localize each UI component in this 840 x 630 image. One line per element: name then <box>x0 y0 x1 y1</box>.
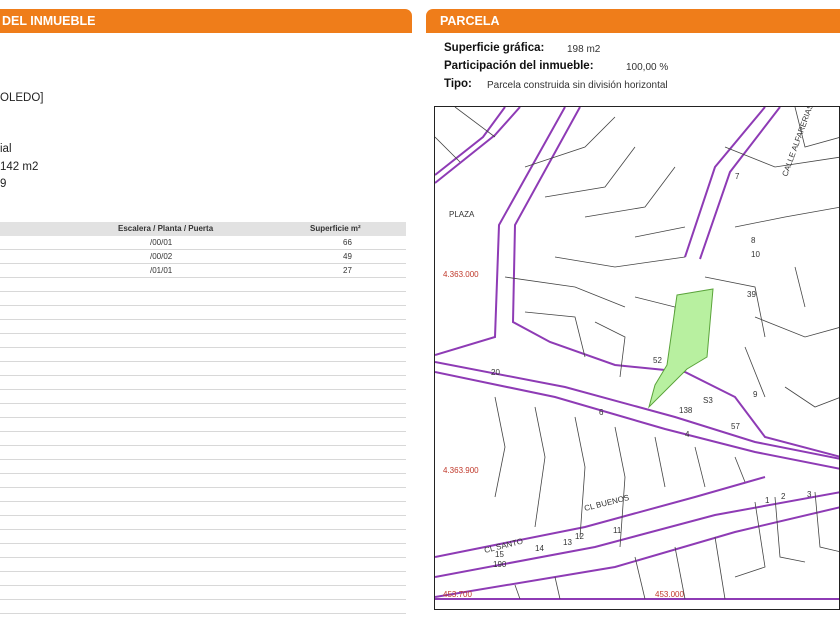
coordinate-label: 4.363.000 <box>443 270 479 279</box>
table-row-empty <box>0 390 406 404</box>
table-row-empty <box>0 348 406 362</box>
parcel-number: 190 <box>493 560 507 569</box>
parcel-number: 39 <box>747 290 756 299</box>
table-row-empty <box>0 432 406 446</box>
table-row-empty <box>0 446 406 460</box>
parcel-number: 1 <box>765 496 770 505</box>
parcel-number: 3 <box>807 490 812 499</box>
cadastral-map-drawing: PLAZA CALLE ALFARERIAS CL BUENOS CL SANT… <box>435 107 839 600</box>
parcel-number: 14 <box>535 544 544 553</box>
plaza-label: PLAZA <box>449 210 475 219</box>
table-row-empty <box>0 474 406 488</box>
table-row-empty <box>0 488 406 502</box>
parcel-number: 9 <box>753 390 758 399</box>
table-row-empty <box>0 558 406 572</box>
parcel-number: 11 <box>613 526 622 535</box>
column-header-surface: Superficie m² <box>310 224 361 233</box>
parcel-number: 2 <box>781 492 786 501</box>
parcel-number: 13 <box>563 538 572 547</box>
info-line-address: OLEDO] <box>0 92 44 104</box>
table-row-empty <box>0 278 406 292</box>
table-row-empty <box>0 320 406 334</box>
table-row-empty <box>0 292 406 306</box>
table-row-empty <box>0 376 406 390</box>
inmueble-section-header: DEL INMUEBLE <box>0 9 412 33</box>
parcel-number: 6 <box>599 408 604 417</box>
table-row-empty <box>0 600 406 614</box>
table-row-empty <box>0 572 406 586</box>
cell-location: /01/01 <box>150 266 173 275</box>
table-row-empty <box>0 362 406 376</box>
construction-table-header: Escalera / Planta / Puerta Superficie m² <box>0 222 406 236</box>
table-row-empty <box>0 404 406 418</box>
field-value-superficie: 198 m2 <box>567 44 601 55</box>
info-line-use: ial <box>0 143 12 155</box>
parcel-number: S3 <box>703 396 713 405</box>
cell-location: /00/01 <box>150 238 173 247</box>
field-value-tipo: Parcela construida sin división horizont… <box>487 80 668 91</box>
parcel-number: 7 <box>735 172 740 181</box>
table-row-empty <box>0 502 406 516</box>
table-row-empty <box>0 460 406 474</box>
table-row-empty <box>0 516 406 530</box>
table-row-empty <box>0 306 406 320</box>
coordinate-label: 453.700 <box>443 590 472 599</box>
highlighted-parcel <box>648 288 714 409</box>
column-header-location: Escalera / Planta / Puerta <box>118 224 214 233</box>
field-label-tipo: Tipo: <box>444 78 472 90</box>
info-line-year: 9 <box>0 178 7 190</box>
parcel-number: 20 <box>491 368 500 377</box>
block-boundaries <box>435 107 839 600</box>
cell-surface: 66 <box>343 238 352 247</box>
cell-surface: 27 <box>343 266 352 275</box>
parcela-header-title: PARCELA <box>440 14 500 28</box>
parcel-number: 52 <box>653 356 662 365</box>
coordinate-label: 453.000 <box>655 590 684 599</box>
cadastral-map: PLAZA CALLE ALFARERIAS CL BUENOS CL SANT… <box>434 106 840 610</box>
field-value-participacion: 100,00 % <box>626 62 669 73</box>
parcel-number: 8 <box>751 236 756 245</box>
field-label-superficie: Superficie gráfica: <box>444 42 545 54</box>
field-label-participacion: Participación del inmueble: <box>444 60 594 72</box>
cell-location: /00/02 <box>150 252 173 261</box>
table-row: /01/01 27 <box>0 264 406 278</box>
parcel-lines <box>435 107 839 600</box>
parcel-number: 15 <box>495 550 504 559</box>
table-row-empty <box>0 418 406 432</box>
table-row-empty <box>0 530 406 544</box>
parcela-section-header: PARCELA <box>426 9 840 33</box>
parcel-number: 4 <box>685 430 690 439</box>
table-row-empty <box>0 334 406 348</box>
table-row: /00/02 49 <box>0 250 406 264</box>
inmueble-header-title: DEL INMUEBLE <box>2 14 96 28</box>
table-row-empty <box>0 544 406 558</box>
parcel-number: 57 <box>731 422 740 431</box>
cell-surface: 49 <box>343 252 352 261</box>
parcel-number: 138 <box>679 406 693 415</box>
table-row: /00/01 66 <box>0 236 406 250</box>
info-line-surface: 142 m2 <box>0 161 39 173</box>
parcel-number: 12 <box>575 532 584 541</box>
coordinate-label: 4.363.900 <box>443 466 479 475</box>
parcel-number: 10 <box>751 250 760 259</box>
table-row-empty <box>0 586 406 600</box>
